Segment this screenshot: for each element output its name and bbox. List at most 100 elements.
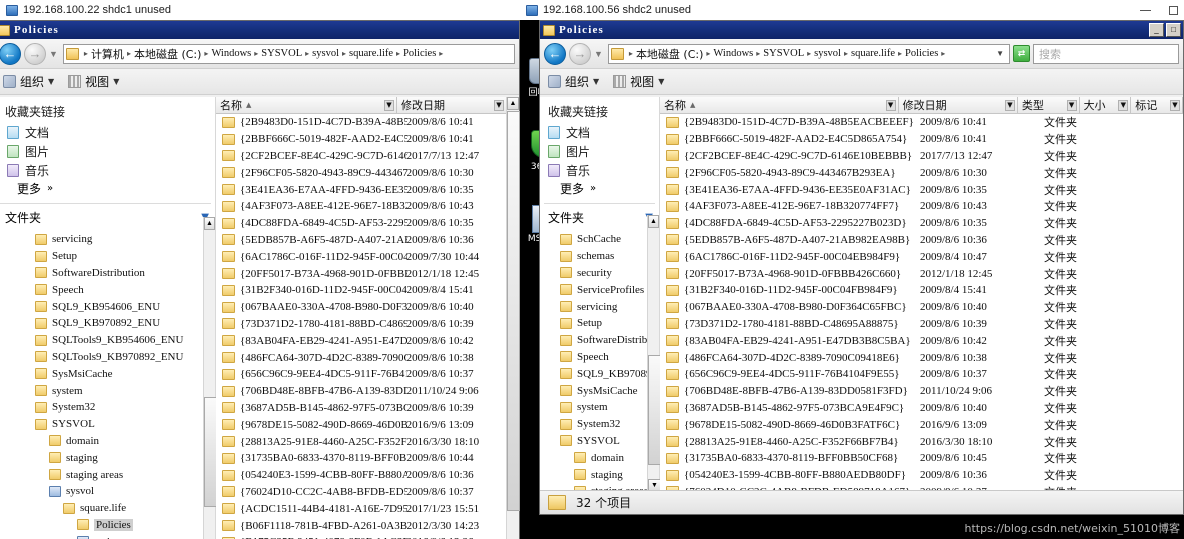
favorites-more-button[interactable]: 更多 » [0, 180, 215, 197]
breadcrumb-item-0[interactable]: 计算机 [91, 46, 124, 62]
table-row[interactable]: {B175C25F-2451-4078-8F0E-1AC3F91216FF}20… [216, 534, 519, 539]
breadcrumb-item-5[interactable]: Policies [905, 48, 938, 59]
table-row[interactable]: {31B2F340-016D-11D2-945F-00C04FB984F9} 20… [660, 282, 1183, 299]
tree-node-setup[interactable]: Setup [540, 315, 659, 332]
breadcrumb-item-1[interactable]: 本地磁盘 (C:) [134, 46, 201, 62]
column-menu-icon[interactable]: ▼ [384, 99, 394, 111]
folders-header-left[interactable]: 文件夹 ▼ [0, 204, 215, 230]
table-row[interactable]: {486FCA64-307D-4D2C-8389-7090C09418E6}20… [216, 349, 519, 366]
tree-node-schemas[interactable]: schemas [540, 248, 659, 265]
table-row[interactable]: {2F96CF05-5820-4943-89C9-443467B293EA}20… [216, 164, 519, 181]
column-header-name[interactable]: 名称 ▲ ▼ [660, 97, 899, 113]
tree-node-staging[interactable]: staging [540, 466, 659, 483]
table-row[interactable]: {656C96C9-9EE4-4DC5-911F-76B4104F9E55}20… [216, 366, 519, 383]
column-menu-icon[interactable]: ▼ [1004, 99, 1015, 111]
search-input[interactable]: 搜索 [1033, 43, 1179, 64]
breadcrumb-item-3[interactable]: SYSVOL [261, 48, 302, 59]
tree-node-sysmsicache[interactable]: SysMsiCache [0, 365, 215, 382]
tree-node-schcache[interactable]: SchCache [540, 231, 659, 248]
file-rows-left[interactable]: {2B9483D0-151D-4C7D-B39A-48B5EACBEEEF}20… [216, 114, 519, 539]
table-row[interactable]: {2CF2BCEF-8E4C-429C-9C7D-6146E10BEBBB}20… [216, 148, 519, 165]
table-row[interactable]: {B06F1118-781B-4FBD-A261-0A3BA9E5DD48}20… [216, 517, 519, 534]
back-button[interactable]: ← [544, 42, 566, 65]
table-row[interactable]: {706BD48E-8BFB-47B6-A139-83DD0581F3FD} 20… [660, 383, 1183, 400]
table-row[interactable]: {4DC88FDA-6849-4C5D-AF53-2295227B023D} 20… [660, 215, 1183, 232]
tree-node-sqltools9-kb954606-enu[interactable]: SQLTools9_KB954606_ENU [0, 332, 215, 349]
view-button[interactable]: 视图 ▼ [613, 73, 664, 90]
tree-node-speech[interactable]: Speech [0, 281, 215, 298]
organize-button[interactable]: 组织 ▼ [548, 73, 599, 90]
favorites-more-button[interactable]: 更多 » [540, 180, 659, 197]
table-row[interactable]: {28813A25-91E8-4460-A25C-F352F66BF7B4} 20… [660, 433, 1183, 450]
column-header-date[interactable]: 修改日期 ▼ [899, 97, 1018, 113]
tree-node-domain[interactable]: domain [540, 449, 659, 466]
tree-node-servicing[interactable]: servicing [0, 231, 215, 248]
recent-pages-chevron-down-icon[interactable]: ▼ [49, 49, 58, 59]
breadcrumb-left[interactable]: ▸ 计算机 ▸ 本地磁盘 (C:) ▸ Windows ▸ SYSVOL ▸ s… [62, 43, 515, 64]
table-row[interactable]: {054240E3-1599-4CBB-80FF-B880AEDB80DF}20… [660, 467, 1183, 484]
list-scrollbar-left[interactable]: ▲ [506, 97, 520, 539]
breadcrumb-item-4[interactable]: square.life [851, 48, 895, 59]
column-header-size[interactable]: 大小 ▼ [1080, 97, 1132, 113]
recent-pages-chevron-down-icon[interactable]: ▼ [594, 49, 603, 59]
table-row[interactable]: {3687AD5B-B145-4862-97F5-073BCA9E4F9C}20… [216, 400, 519, 417]
tree-node-sql9-kb970892-en[interactable]: SQL9_KB970892_EN [540, 365, 659, 382]
column-header-tags[interactable]: 标记 ▼ [1131, 97, 1183, 113]
column-header-name[interactable]: 名称 ▲ ▼ [216, 97, 397, 113]
refresh-icon[interactable]: ⇄ [1013, 45, 1030, 62]
tree-node-sysvol[interactable]: sysvol [0, 483, 215, 500]
scroll-up-button[interactable]: ▲ [507, 97, 519, 110]
favorite-item-pictures[interactable]: 图片 [540, 142, 659, 161]
tree-node-staging-areas[interactable]: staging areas [0, 466, 215, 483]
tree-node-setup[interactable]: Setup [0, 248, 215, 265]
window-titlebar-left[interactable]: Policies [0, 21, 519, 39]
tree-node-sysmsicache[interactable]: SysMsiCache [540, 382, 659, 399]
tree-node-sql9-kb954606-enu[interactable]: SQL9_KB954606_ENU [0, 298, 215, 315]
view-button[interactable]: 视图 ▼ [68, 73, 119, 90]
breadcrumb-item-3[interactable]: sysvol [814, 48, 841, 59]
table-row[interactable]: {3E41EA36-E7AA-4FFD-9436-EE35E0AF31AC}20… [660, 181, 1183, 198]
table-row[interactable]: {2BBF666C-5019-482F-AAD2-E4C5D865A754}20… [216, 131, 519, 148]
minimize-icon[interactable] [1140, 9, 1151, 11]
table-row[interactable]: {2F96CF05-5820-4943-89C9-443467B293EA}20… [660, 164, 1183, 181]
column-header-type[interactable]: 类型 ▼ [1018, 97, 1080, 113]
table-row[interactable]: {2CF2BCEF-8E4C-429C-9C7D-6146E10BEBBB}20… [660, 148, 1183, 165]
tree-node-softwaredistribut[interactable]: SoftwareDistribut [540, 332, 659, 349]
scroll-up-button[interactable]: ▲ [204, 217, 215, 230]
table-row[interactable]: {054240E3-1599-4CBB-80FF-B880AEDB80DF}20… [216, 467, 519, 484]
table-row[interactable]: {ACDC1511-44B4-4181-A16E-7D9545AB9887}20… [216, 500, 519, 517]
table-row[interactable]: {2B9483D0-151D-4C7D-B39A-48B5EACBEEEF}20… [216, 114, 519, 131]
table-row[interactable]: {31735BA0-6833-4370-8119-BFF0BB50CF68}20… [216, 450, 519, 467]
tree-node-sql9-kb970892-enu[interactable]: SQL9_KB970892_ENU [0, 315, 215, 332]
breadcrumb-dropdown-icon[interactable]: ▼ [996, 49, 1007, 58]
scroll-up-button[interactable]: ▲ [648, 215, 659, 228]
table-row[interactable]: {20FF5017-B73A-4968-901D-0FBBB426C660}20… [660, 265, 1183, 282]
tree-node-sysvol[interactable]: SYSVOL [0, 416, 215, 433]
tree-node-square-life[interactable]: square.life [0, 500, 215, 517]
table-row[interactable]: {20FF5017-B73A-4968-901D-0FBBB426C660}20… [216, 265, 519, 282]
tree-scrollbar-left[interactable]: ▲ [203, 217, 217, 539]
organize-button[interactable]: 组织 ▼ [3, 73, 54, 90]
table-row[interactable]: {76024D10-CC2C-4AB8-BFDB-ED589718A167}20… [216, 484, 519, 501]
tree-node-policies[interactable]: Policies [0, 517, 215, 534]
tree-node-system[interactable]: system [0, 382, 215, 399]
table-row[interactable]: {3E41EA36-E7AA-4FFD-9436-EE35E0AF31AC}20… [216, 181, 519, 198]
tree-node-security[interactable]: security [540, 265, 659, 282]
column-menu-icon[interactable]: ▼ [885, 99, 896, 111]
tree-scrollbar-right[interactable]: ▲ ▼ [647, 215, 661, 492]
table-row[interactable]: {83AB04FA-EB29-4241-A951-E47DB3B8C5BA}20… [216, 332, 519, 349]
table-row[interactable]: {5EDB857B-A6F5-487D-A407-21AB982EA98B} 20… [660, 232, 1183, 249]
table-row[interactable]: {83AB04FA-EB29-4241-A951-E47DB3B8C5BA}20… [660, 332, 1183, 349]
back-button[interactable]: ← [0, 42, 21, 65]
breadcrumb-item-2[interactable]: Windows [211, 48, 251, 59]
tree-node-softwaredistribution[interactable]: SoftwareDistribution [0, 265, 215, 282]
forward-button[interactable]: → [569, 42, 591, 65]
column-menu-icon[interactable]: ▼ [1066, 99, 1077, 111]
favorite-item-pictures[interactable]: 图片 [0, 142, 215, 161]
table-row[interactable]: {486FCA64-307D-4D2C-8389-7090C09418E6}20… [660, 349, 1183, 366]
folder-tree-left[interactable]: servicing Setup SoftwareDistribution Speech… [0, 230, 215, 539]
tree-node-domain[interactable]: domain [0, 433, 215, 450]
column-menu-icon[interactable]: ▼ [1118, 99, 1129, 111]
table-row[interactable]: {4AF3F073-A8EE-412E-96E7-18B320774FF7} 20… [660, 198, 1183, 215]
table-row[interactable]: {067BAAE0-330A-4708-B980-D0F364C65FBC} 20… [660, 299, 1183, 316]
